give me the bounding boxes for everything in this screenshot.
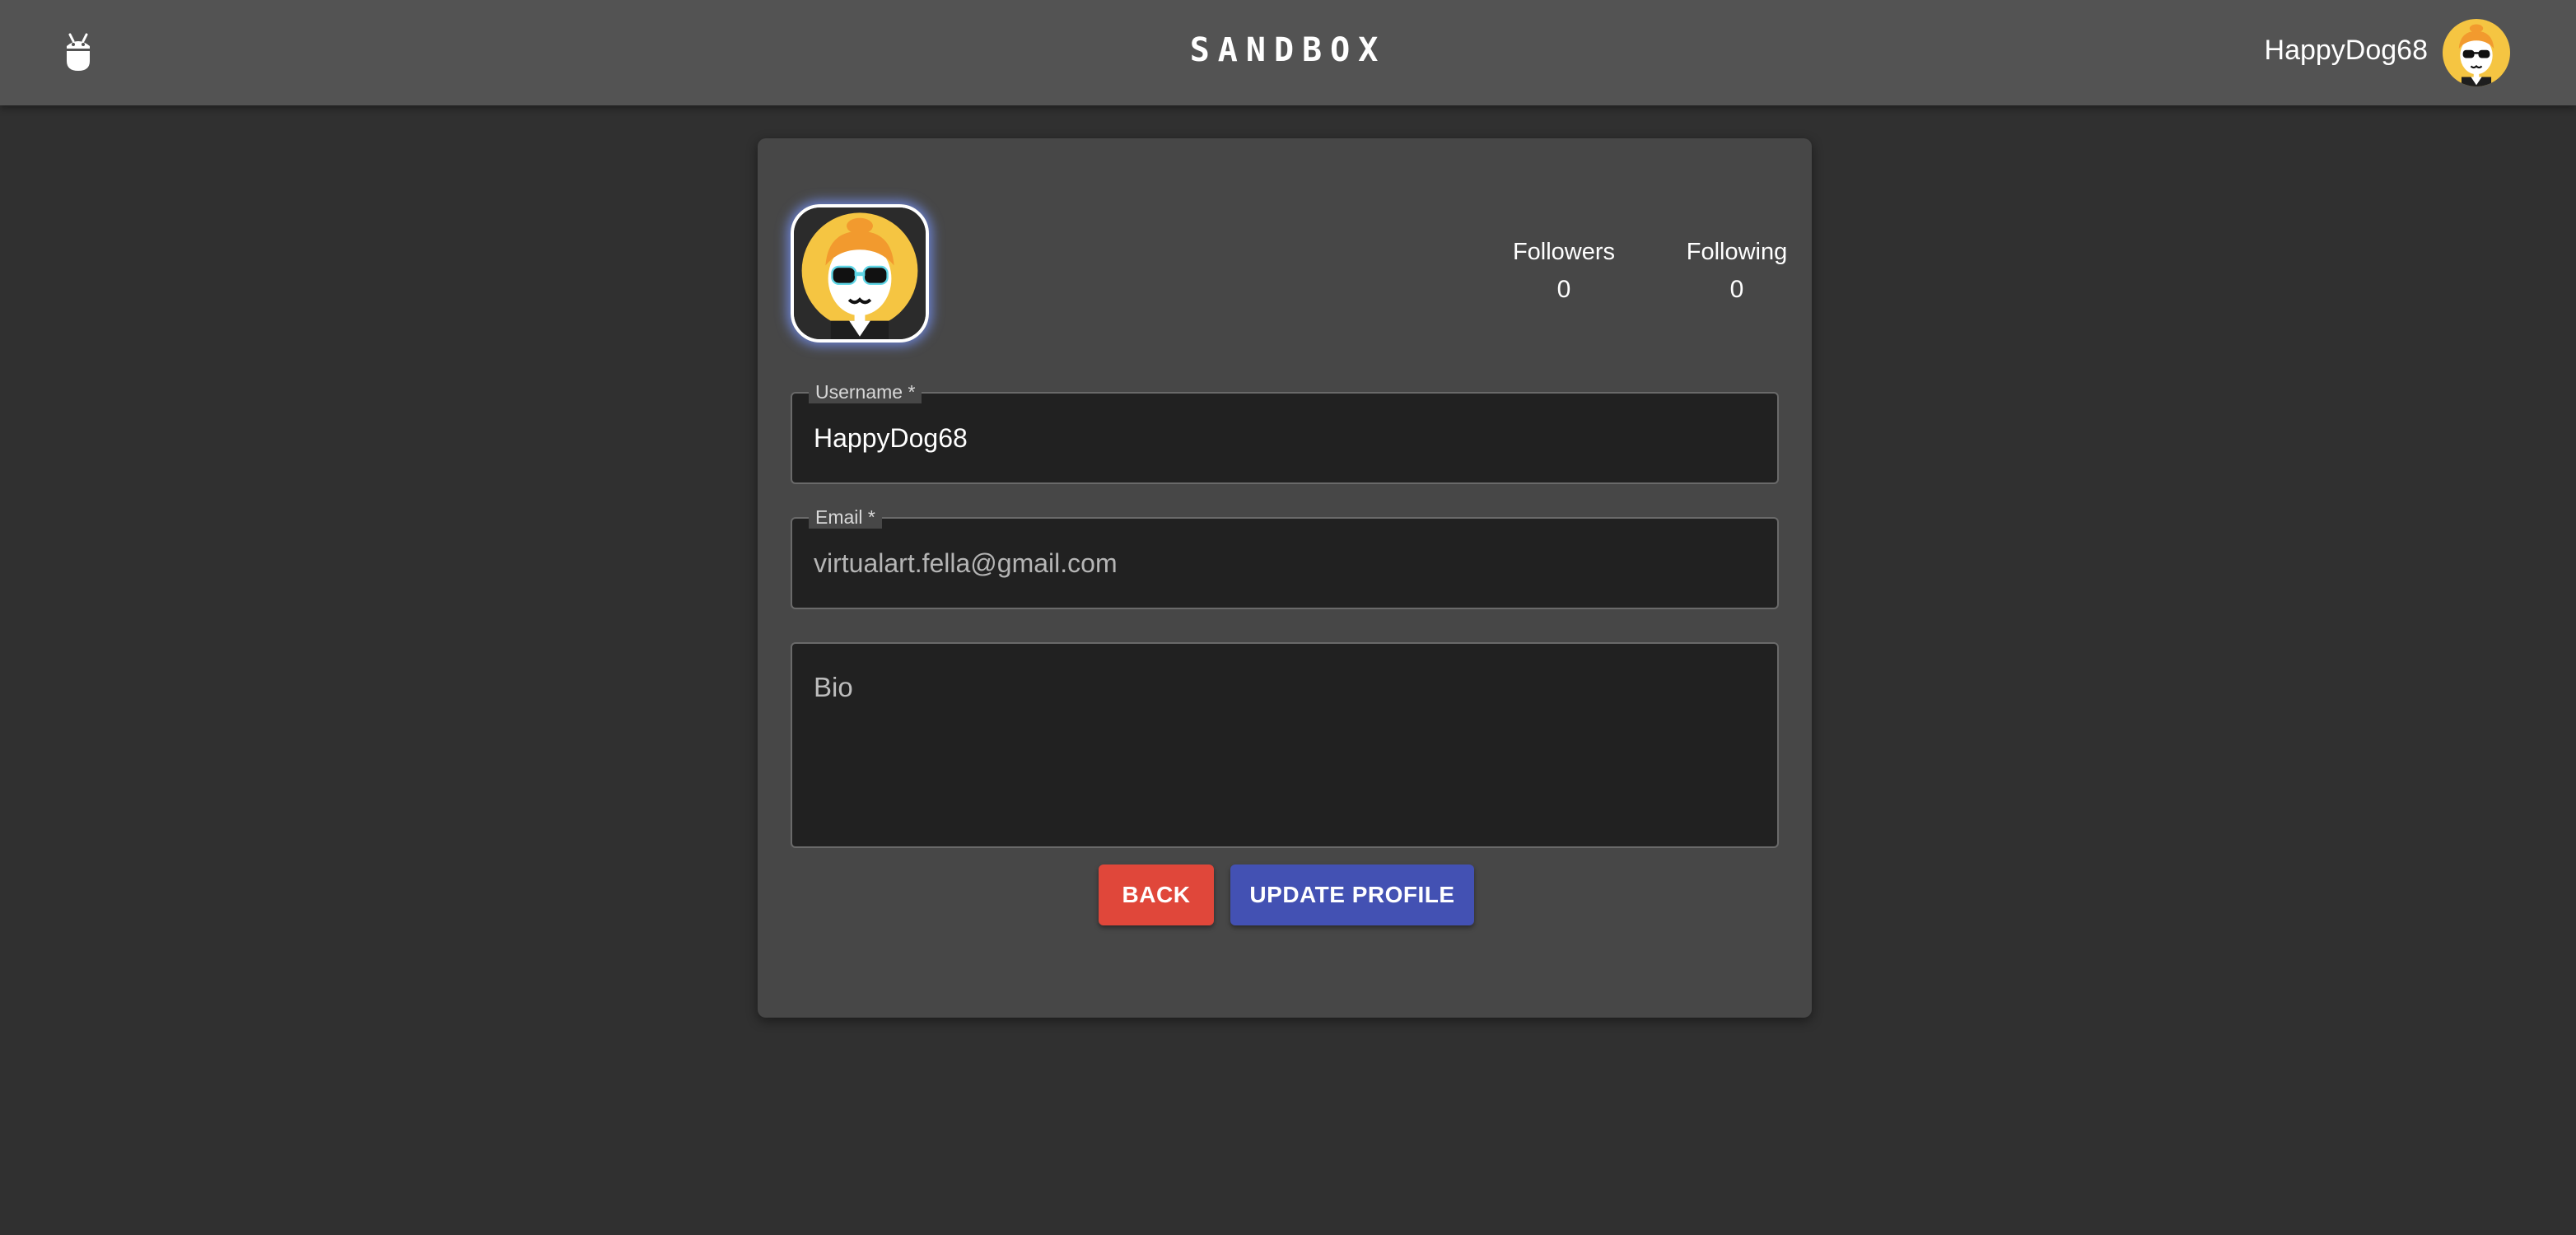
followers-count: 0 [1556,276,1571,303]
following-stat[interactable]: Following 0 [1667,239,1807,304]
email-field[interactable]: Email * virtualart.fella@gmail.com [791,506,1779,609]
update-profile-button[interactable]: UPDATE PROFILE [1230,864,1474,925]
top-app-bar: SANDBOX HappyDog68 [0,0,2576,105]
followers-stat[interactable]: Followers 0 [1486,239,1642,304]
following-label: Following [1686,239,1788,265]
username-field[interactable]: Username * HappyDog68 [791,380,1779,484]
app-brand-title: SANDBOX [1189,31,1387,69]
following-count: 0 [1729,276,1744,303]
avatar-sunglasses-icon[interactable] [2443,19,2510,86]
bio-placeholder: Bio [814,672,853,702]
followers-label: Followers [1512,239,1616,265]
profile-card: Followers 0 Following 0 Username * Happy… [758,138,1812,1018]
header-username[interactable]: HappyDog68 [2265,35,2428,67]
bio-textarea[interactable]: Bio [791,642,1779,848]
username-input[interactable]: HappyDog68 [814,394,968,482]
avatar-sunglasses-icon[interactable] [791,204,929,343]
back-button[interactable]: BACK [1099,864,1214,925]
email-input[interactable]: virtualart.fella@gmail.com [814,519,1118,608]
